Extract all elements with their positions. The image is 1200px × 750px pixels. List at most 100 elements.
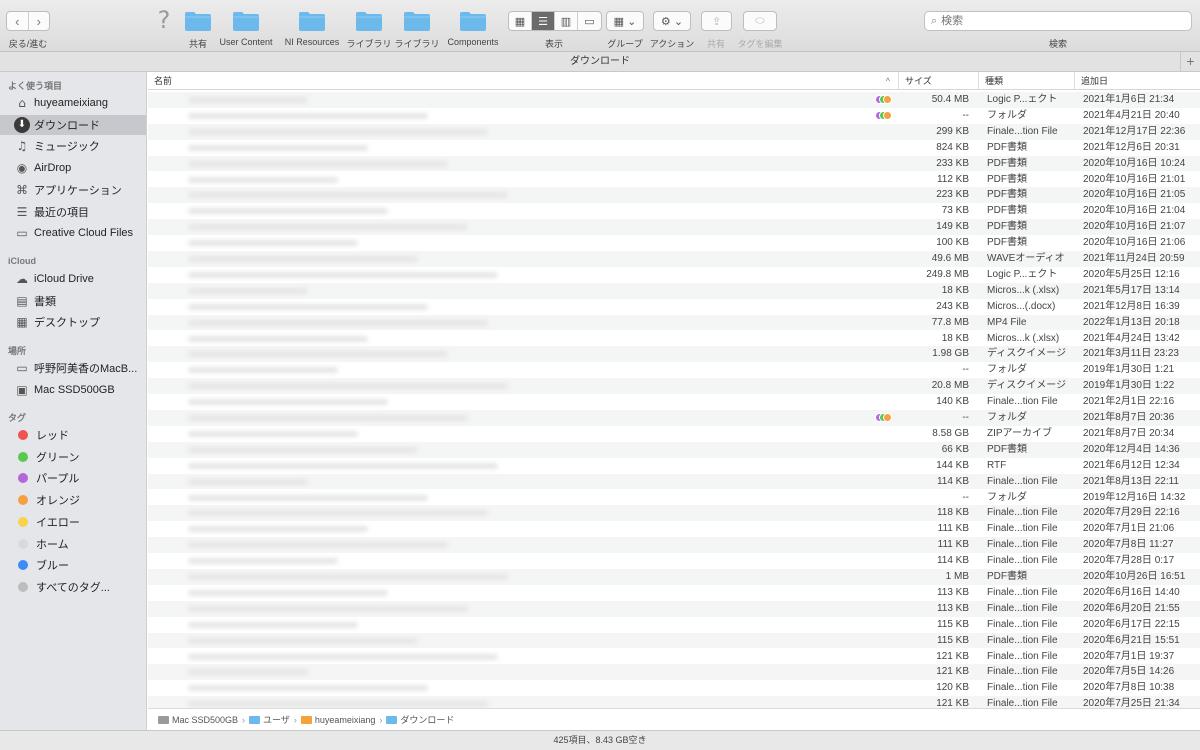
file-row[interactable]: 223 KB PDF書類 2020年10月16日 21:05 — [148, 187, 1200, 204]
file-row[interactable]: 20.8 MB ディスクイメージ 2019年1月30日 1:22 — [148, 378, 1200, 395]
share-button[interactable]: ⇪ — [701, 11, 732, 31]
nav-label: 戻る/進む — [8, 39, 48, 49]
file-size: 120 KB — [936, 682, 969, 694]
file-row[interactable]: 249.8 MB Logic P...ェクト 2020年5月25日 12:16 — [148, 267, 1200, 283]
file-row[interactable]: 114 KB Finale...tion File 2021年8月13日 22:11 — [148, 473, 1200, 490]
toolbar-folder-icon[interactable] — [459, 10, 487, 32]
column-view-button[interactable]: ▥ — [555, 12, 578, 30]
file-row[interactable]: 113 KB Finale...tion File 2020年6月20日 21:55 — [148, 600, 1200, 617]
help-icon[interactable]: ? — [158, 6, 171, 34]
new-tab-button[interactable]: + — [1180, 52, 1200, 71]
sidebar-item[interactable]: ◉ AirDrop — [0, 158, 146, 178]
column-header-kind[interactable]: 種類 — [978, 72, 1074, 90]
file-row[interactable]: 299 KB Finale...tion File 2021年12月17日 22:3… — [148, 123, 1200, 140]
search-field[interactable]: ⌕ — [924, 11, 1192, 31]
file-row[interactable]: 121 KB Finale...tion File 2020年7月25日 21:34 — [148, 696, 1200, 708]
toolbar-folder-label: NI Resources — [284, 37, 340, 47]
path-segment[interactable]: ダウンロード — [386, 713, 454, 726]
toolbar-folder-icon[interactable] — [184, 10, 212, 32]
group-button[interactable]: ▦ ⌄ — [606, 11, 644, 31]
file-row[interactable]: 77.8 MB MP4 File 2022年1月13日 20:18 — [148, 314, 1200, 331]
action-button[interactable]: ⚙ ⌄ — [653, 11, 691, 31]
file-date-added: 2020年12月4日 14:36 — [1083, 443, 1180, 455]
sidebar-item[interactable]: ホーム — [0, 534, 146, 554]
file-row[interactable]: 18 KB Micros...k (.xlsx) 2021年4月24日 13:42 — [148, 331, 1200, 347]
sidebar-item[interactable]: すべてのタグ... — [0, 577, 146, 597]
sidebar-header-locations: 場所 — [8, 346, 27, 356]
chevron-right-icon: › — [36, 13, 41, 29]
search-input[interactable] — [941, 15, 1162, 27]
file-row[interactable]: 121 KB Finale...tion File 2020年7月5日 14:26 — [148, 664, 1200, 681]
file-row[interactable]: 18 KB Micros...k (.xlsx) 2021年5月17日 13:14 — [148, 282, 1200, 299]
file-name-redacted — [188, 160, 448, 167]
toolbar-folder-icon[interactable] — [298, 10, 326, 32]
toolbar-folder-icon[interactable] — [403, 10, 431, 32]
toolbar-folder-icon[interactable] — [355, 10, 383, 32]
path-segment-label: Mac SSD500GB — [172, 714, 239, 725]
file-row[interactable]: 111 KB Finale...tion File 2020年7月1日 21:06 — [148, 521, 1200, 537]
sidebar-item[interactable]: ▭ 呼野阿美香のMacB... — [0, 358, 146, 378]
file-row[interactable]: -- フォルダ 2019年1月30日 1:21 — [148, 362, 1200, 378]
file-row[interactable]: 121 KB Finale...tion File 2020年7月1日 19:37 — [148, 649, 1200, 665]
sidebar-item[interactable]: グリーン — [0, 447, 146, 467]
file-row[interactable]: 144 KB RTF 2021年6月12日 12:34 — [148, 458, 1200, 474]
file-row[interactable]: 113 KB Finale...tion File 2020年6月16日 14:40 — [148, 585, 1200, 601]
file-row[interactable]: 120 KB Finale...tion File 2020年7月8日 10:38 — [148, 680, 1200, 696]
sidebar-item[interactable]: ▤ 書類 — [0, 291, 146, 311]
sidebar-item[interactable]: ☁ iCloud Drive — [0, 269, 146, 289]
sidebar-item[interactable]: ⌂ huyeamei​xiang — [0, 93, 146, 113]
path-segment[interactable]: Mac SSD500GB — [158, 715, 238, 725]
sidebar-item[interactable]: ⬇ ダウンロード — [0, 114, 146, 135]
file-row[interactable]: 1 MB PDF書類 2020年10月26日 16:51 — [148, 569, 1200, 585]
toolbar-folder-icon[interactable] — [232, 10, 260, 32]
file-row[interactable]: 114 KB Finale...tion File 2020年7月28日 0:17 — [148, 553, 1200, 569]
icon-view-button[interactable]: ▦ — [509, 12, 532, 30]
path-segment[interactable]: huyeamei​xiang — [300, 715, 375, 725]
sidebar-item[interactable]: ▦ デスクトップ — [0, 312, 146, 332]
sidebar-item[interactable]: ⌘ アプリケーション — [0, 180, 146, 200]
file-kind: PDF書類 — [987, 189, 1027, 201]
file-row[interactable]: 243 KB Micros...(.docx) 2021年12月8日 16:39 — [148, 299, 1200, 315]
file-row[interactable]: 115 KB Finale...tion File 2020年6月21日 15:51 — [148, 632, 1200, 649]
gallery-view-button[interactable]: ▭ — [578, 12, 601, 30]
sidebar-item[interactable]: オレンジ — [0, 490, 146, 510]
file-row[interactable]: -- フォルダ 2021年8月7日 20:36 — [148, 410, 1200, 426]
list-view-button[interactable]: ☰ — [532, 12, 555, 30]
file-row[interactable]: 50.4 MB Logic P...ェクト 2021年1月6日 21:34 — [148, 92, 1200, 108]
file-row[interactable]: 100 KB PDF書類 2020年10月16日 21:06 — [148, 235, 1200, 251]
sidebar-item[interactable]: パープル — [0, 468, 146, 488]
file-row[interactable]: 149 KB PDF書類 2020年10月16日 21:07 — [148, 219, 1200, 236]
file-name-redacted — [188, 478, 308, 485]
file-row[interactable]: 8.58 GB ZIPアーカイブ 2021年8月7日 20:34 — [148, 426, 1200, 442]
file-row[interactable]: 140 KB Finale...tion File 2021年2月1日 22:16 — [148, 394, 1200, 410]
file-kind: Finale...tion File — [987, 125, 1058, 137]
file-row[interactable]: 824 KB PDF書類 2021年12月6日 20:31 — [148, 140, 1200, 156]
file-row[interactable]: 111 KB Finale...tion File 2020年7月8日 11:27 — [148, 537, 1200, 554]
file-row[interactable]: 112 KB PDF書類 2020年10月16日 21:01 — [148, 172, 1200, 188]
sidebar-item[interactable]: ▭ Creative Cloud Files — [0, 223, 146, 243]
column-header-date[interactable]: 追加日 — [1074, 72, 1200, 90]
path-segment[interactable]: ユーザ — [249, 713, 290, 726]
file-row[interactable]: 1.98 GB ディスクイメージ 2021年3月11日 23:23 — [148, 346, 1200, 363]
column-header-size[interactable]: サイズ — [898, 72, 978, 90]
sidebar-item[interactable]: ☰ 最近の項目 — [0, 202, 146, 222]
sidebar-item[interactable]: ▣ Mac SSD500GB — [0, 380, 146, 400]
file-row[interactable]: 66 KB PDF書類 2020年12月4日 14:36 — [148, 441, 1200, 458]
sidebar-item-label: ミュージック — [34, 141, 100, 154]
sidebar-item[interactable]: イエロー — [0, 512, 146, 532]
edit-tags-button[interactable]: ⬭ — [743, 11, 777, 31]
file-list: 名前 ^ サイズ 種類 追加日 50.4 MB Logic P...ェクト 2021… — [148, 72, 1200, 708]
sidebar-item[interactable]: レッド — [0, 425, 146, 445]
file-row[interactable]: 115 KB Finale...tion File 2020年6月17日 22:15 — [148, 617, 1200, 633]
file-row[interactable]: 49.6 MB WAVEオーディオ 2021年11月24日 20:59 — [148, 251, 1200, 267]
file-row[interactable]: 118 KB Finale...tion File 2020年7月29日 22:16 — [148, 505, 1200, 522]
sidebar-item[interactable]: ♫ ミュージック — [0, 136, 146, 156]
sidebar-item[interactable]: ブルー — [0, 555, 146, 575]
file-row[interactable]: -- フォルダ 2019年12月16日 14:32 — [148, 490, 1200, 506]
forward-button[interactable]: › — [29, 12, 50, 30]
back-button[interactable]: ‹ — [7, 12, 29, 30]
file-row[interactable]: 73 KB PDF書類 2020年10月16日 21:04 — [148, 203, 1200, 219]
file-row[interactable]: 233 KB PDF書類 2020年10月16日 10:24 — [148, 155, 1200, 172]
file-row[interactable]: -- フォルダ 2021年4月21日 20:40 — [148, 108, 1200, 124]
column-header-name[interactable]: 名前 ^ — [148, 72, 898, 90]
